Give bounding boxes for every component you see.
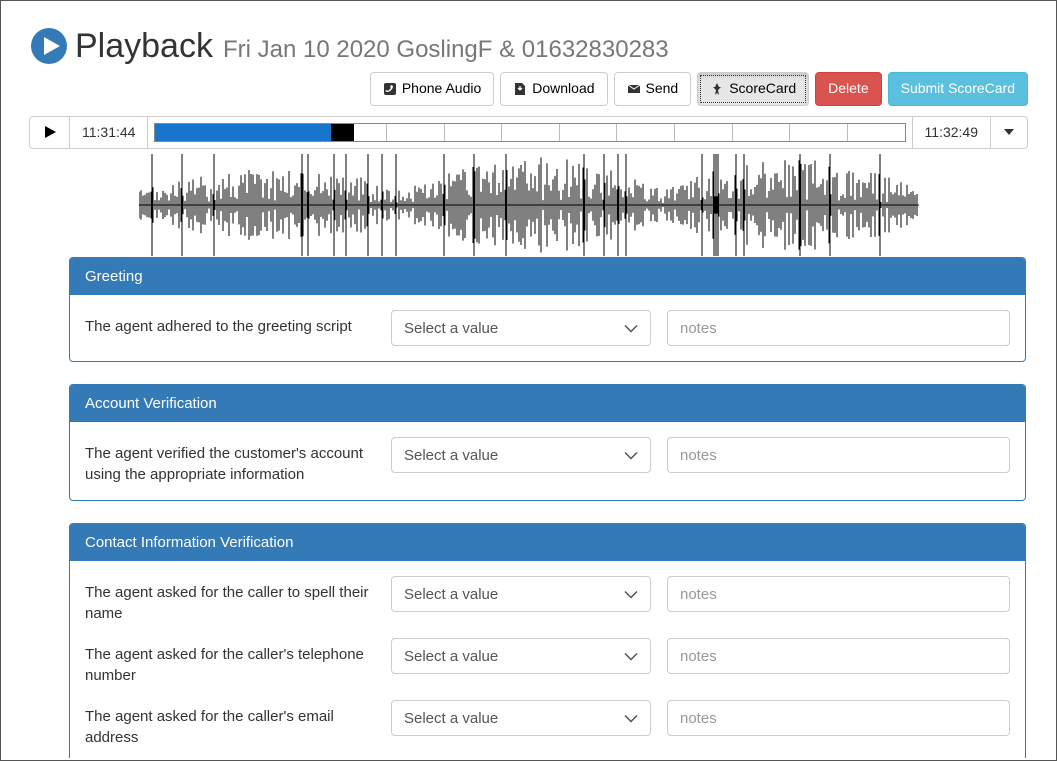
download-icon xyxy=(513,82,527,96)
select-placeholder: Select a value xyxy=(404,648,498,665)
phone-audio-label: Phone Audio xyxy=(402,79,481,99)
action-toolbar: Phone Audio Download Send ScoreCard Dele… xyxy=(29,72,1028,106)
select-placeholder: Select a value xyxy=(404,447,498,464)
chevron-down-icon xyxy=(624,447,638,464)
value-select[interactable]: Select a value xyxy=(391,700,651,736)
progress-thumb xyxy=(331,124,353,141)
chevron-down-icon xyxy=(624,320,638,337)
notes-input[interactable] xyxy=(667,638,1010,674)
question-label: The agent asked for the caller's telepho… xyxy=(85,638,375,686)
phone-audio-button[interactable]: Phone Audio xyxy=(370,72,494,106)
send-label: Send xyxy=(646,79,679,99)
section-header: Contact Information Verification xyxy=(70,524,1025,561)
page-title: Playback xyxy=(75,29,213,63)
notes-input[interactable] xyxy=(667,576,1010,612)
question-row: The agent verified the customer's accoun… xyxy=(85,437,1010,485)
section-body: The agent adhered to the greeting script… xyxy=(70,295,1025,361)
section-header: Greeting xyxy=(70,258,1025,295)
value-select[interactable]: Select a value xyxy=(391,638,651,674)
question-label: The agent adhered to the greeting script xyxy=(85,310,375,337)
page-subtitle: Fri Jan 10 2020 GoslingF & 01632830283 xyxy=(223,38,669,62)
section-header: Account Verification xyxy=(70,385,1025,422)
notes-input[interactable] xyxy=(667,700,1010,736)
scorecard-scroll-area[interactable]: Greeting The agent adhered to the greetin… xyxy=(29,253,1044,758)
page-header: Playback Fri Jan 10 2020 GoslingF & 0163… xyxy=(29,26,1028,66)
question-row: The agent asked for the caller's telepho… xyxy=(85,638,1010,686)
play-button[interactable] xyxy=(30,117,70,148)
envelope-icon xyxy=(627,82,641,96)
phone-audio-icon xyxy=(383,82,397,96)
chevron-down-icon xyxy=(624,586,638,603)
question-row: The agent adhered to the greeting script… xyxy=(85,310,1010,346)
section-body: The agent verified the customer's accoun… xyxy=(70,422,1025,500)
scorecard-section: Greeting The agent adhered to the greetin… xyxy=(69,257,1026,362)
notes-input[interactable] xyxy=(667,437,1010,473)
progress-track xyxy=(154,123,905,142)
select-placeholder: Select a value xyxy=(404,586,498,603)
progress-bar-container[interactable] xyxy=(148,117,912,148)
scorecard-label: ScoreCard xyxy=(729,79,796,99)
chevron-down-icon xyxy=(624,710,638,727)
time-end: 11:32:49 xyxy=(913,117,991,148)
notes-input[interactable] xyxy=(667,310,1010,346)
question-label: The agent asked for the caller to spell … xyxy=(85,576,375,624)
delete-button[interactable]: Delete xyxy=(815,72,881,106)
audio-player-bar: 11:31:44 11:32:49 xyxy=(29,116,1028,149)
app-frame: Playback Fri Jan 10 2020 GoslingF & 0163… xyxy=(0,0,1057,761)
playback-logo-icon xyxy=(29,26,69,66)
player-options-button[interactable] xyxy=(991,117,1027,148)
value-select[interactable]: Select a value xyxy=(391,576,651,612)
submit-label: Submit ScoreCard xyxy=(901,79,1015,99)
delete-label: Delete xyxy=(828,79,868,99)
section-body: The agent asked for the caller to spell … xyxy=(70,561,1025,758)
send-button[interactable]: Send xyxy=(614,72,692,106)
time-start: 11:31:44 xyxy=(70,117,148,148)
value-select[interactable]: Select a value xyxy=(391,437,651,473)
download-button[interactable]: Download xyxy=(500,72,607,106)
select-placeholder: Select a value xyxy=(404,320,498,337)
question-row: The agent asked for the caller's email a… xyxy=(85,700,1010,748)
download-label: Download xyxy=(532,79,594,99)
pin-icon xyxy=(710,82,724,96)
submit-scorecard-button[interactable]: Submit ScoreCard xyxy=(888,72,1028,106)
question-label: The agent verified the customer's accoun… xyxy=(85,437,375,485)
question-row: The agent asked for the caller to spell … xyxy=(85,576,1010,624)
scorecard-section: Account Verification The agent verified t… xyxy=(69,384,1026,501)
scorecard-section: Contact Information Verification The agen… xyxy=(69,523,1026,758)
scorecard-button[interactable]: ScoreCard xyxy=(697,72,809,106)
value-select[interactable]: Select a value xyxy=(391,310,651,346)
audio-waveform xyxy=(139,153,919,257)
select-placeholder: Select a value xyxy=(404,710,498,727)
question-label: The agent asked for the caller's email a… xyxy=(85,700,375,748)
progress-fill xyxy=(155,124,331,141)
chevron-down-icon xyxy=(624,648,638,665)
